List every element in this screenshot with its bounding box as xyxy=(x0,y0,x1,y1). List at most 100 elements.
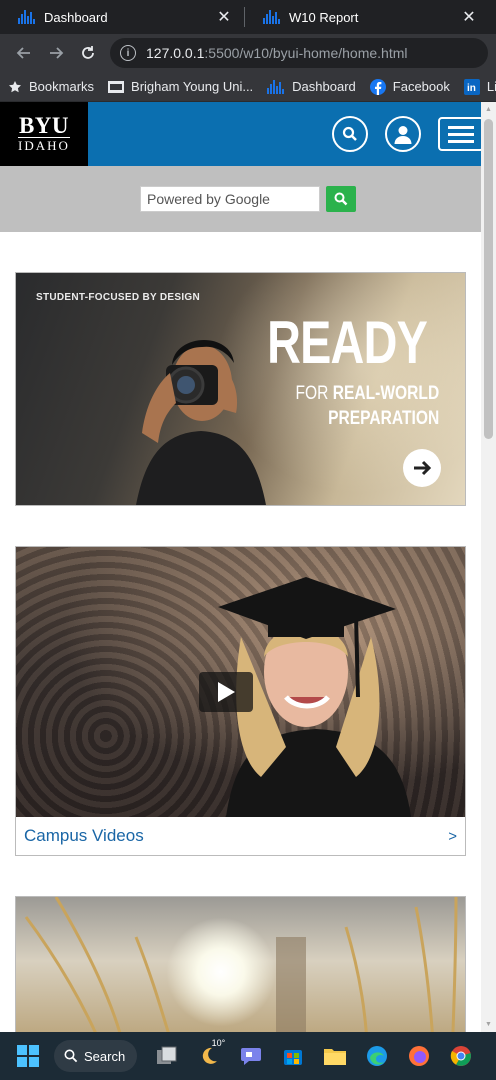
tab-w10-report[interactable]: W10 Report ✕ xyxy=(245,0,489,34)
bookmark-label: Brigham Young Uni... xyxy=(131,79,254,94)
edge-icon xyxy=(367,1046,388,1066)
caption-label: Campus Videos xyxy=(24,826,144,845)
taskbar-search-label: Search xyxy=(84,1048,126,1064)
firefox-icon xyxy=(409,1046,430,1066)
url-host: 127.0.0.1 xyxy=(146,45,205,61)
tab-dashboard[interactable]: Dashboard ✕ xyxy=(0,0,244,34)
video-caption-link[interactable]: Campus Videos > xyxy=(16,817,465,855)
back-button[interactable] xyxy=(8,37,40,69)
scroll-down-arrow-icon[interactable]: ▼ xyxy=(481,1017,496,1032)
store-button[interactable] xyxy=(273,1036,313,1076)
bookmark-label: Link xyxy=(486,79,496,94)
url-path: :5500/w10/byui-home/home.html xyxy=(204,45,408,61)
page-scrollbar[interactable]: ▲ ▼ xyxy=(481,102,496,1032)
edge-button[interactable] xyxy=(357,1036,397,1076)
windows-logo-icon xyxy=(17,1045,39,1067)
chat-app-button[interactable] xyxy=(231,1036,271,1076)
wheat-image xyxy=(16,897,465,1032)
file-explorer-button[interactable] xyxy=(315,1036,355,1076)
hero-sub-bold: REAL-WORLD xyxy=(332,383,439,404)
hero-eyebrow: STUDENT-FOCUSED BY DESIGN xyxy=(36,292,200,303)
hero-subheadline: FOR REAL-WORLD PREPARATION xyxy=(295,381,439,431)
play-icon xyxy=(218,682,235,702)
bookmark-bookmarks[interactable]: Bookmarks xyxy=(8,79,94,94)
chevron-right-icon: > xyxy=(448,827,457,845)
search-input[interactable] xyxy=(140,186,320,212)
hero-card[interactable]: STUDENT-FOCUSED BY DESIGN READY FOR REAL… xyxy=(15,272,466,506)
tab-strip: Dashboard ✕ W10 Report ✕ xyxy=(0,0,496,34)
bookmark-label: Bookmarks xyxy=(29,79,95,94)
bookmark-label: Dashboard xyxy=(292,79,356,94)
arrow-right-icon xyxy=(414,460,432,476)
header-actions xyxy=(315,116,484,152)
wheat-card[interactable] xyxy=(15,896,466,1032)
hamburger-menu-button[interactable] xyxy=(438,117,484,151)
store-icon xyxy=(284,1050,303,1065)
wheat-stalks-image xyxy=(24,897,458,1032)
bars-chart-icon xyxy=(263,10,281,24)
arrow-left-icon xyxy=(16,47,30,59)
user-icon xyxy=(394,126,412,144)
chat-icon xyxy=(241,1048,262,1065)
hero-arrow-button[interactable] xyxy=(403,449,441,487)
weather-temperature: 10° xyxy=(211,1038,226,1048)
play-button[interactable] xyxy=(199,672,253,712)
task-view-button[interactable] xyxy=(147,1036,187,1076)
close-icon[interactable]: ✕ xyxy=(216,7,232,27)
reload-button[interactable] xyxy=(72,37,104,69)
bookmark-dashboard[interactable]: Dashboard xyxy=(267,79,356,94)
menu-bar xyxy=(448,132,474,136)
bars-chart-icon xyxy=(18,10,36,24)
linkedin-icon: in xyxy=(463,78,480,95)
arrow-right-icon xyxy=(50,47,64,59)
close-icon[interactable]: ✕ xyxy=(461,7,477,27)
firefox-button[interactable] xyxy=(399,1036,439,1076)
bars-chart-icon xyxy=(267,79,285,94)
moon-cloud-icon xyxy=(203,1047,218,1064)
logo-line2: IDAHO xyxy=(18,137,70,153)
search-icon xyxy=(64,1049,78,1063)
bookmark-label: Facebook xyxy=(392,79,450,94)
windows-taskbar: Search 10° xyxy=(0,1032,496,1080)
search-submit-button[interactable] xyxy=(326,186,356,212)
menu-bar xyxy=(448,125,474,129)
main-content: STUDENT-FOCUSED BY DESIGN READY FOR REAL… xyxy=(0,232,496,1032)
site-header: BYU IDAHO xyxy=(0,102,496,166)
tab-title: Dashboard xyxy=(44,9,108,25)
video-thumbnail[interactable] xyxy=(16,547,465,817)
hero-sub-line2: PREPARATION xyxy=(327,408,439,429)
start-button[interactable] xyxy=(8,1036,48,1076)
search-toggle-button[interactable] xyxy=(332,116,368,152)
info-icon[interactable]: i xyxy=(120,45,136,61)
search-icon xyxy=(334,192,348,206)
byu-icon xyxy=(108,80,125,93)
scroll-up-arrow-icon[interactable]: ▲ xyxy=(481,102,496,117)
menu-bar xyxy=(448,139,474,143)
search-icon xyxy=(342,126,357,141)
facebook-icon xyxy=(369,78,386,95)
campus-videos-card[interactable]: Campus Videos > xyxy=(15,546,466,856)
address-bar[interactable]: i 127.0.0.1:5500/w10/byui-home/home.html xyxy=(110,38,488,68)
taskbar-search-button[interactable]: Search xyxy=(54,1040,138,1072)
logo-line1: BYU xyxy=(18,113,70,138)
browser-toolbar: i 127.0.0.1:5500/w10/byui-home/home.html xyxy=(0,34,496,72)
star-icon xyxy=(8,80,22,94)
page-viewport: BYU IDAHO Powered by Google STUDENT-FOCU… xyxy=(0,102,496,1032)
forward-button[interactable] xyxy=(40,37,72,69)
byu-idaho-logo[interactable]: BYU IDAHO xyxy=(0,102,88,166)
chrome-button[interactable] xyxy=(441,1036,481,1076)
hero-banner: STUDENT-FOCUSED BY DESIGN READY FOR REAL… xyxy=(16,273,465,505)
folder-icon xyxy=(324,1049,347,1065)
photographer-image xyxy=(136,339,266,505)
bookmark-linkedin[interactable]: in Link xyxy=(463,78,496,95)
hero-headline: READY xyxy=(267,309,428,376)
bookmark-facebook[interactable]: Facebook xyxy=(369,78,450,95)
search-band xyxy=(0,166,496,232)
scrollbar-thumb[interactable] xyxy=(484,119,493,439)
hero-sub-prefix: FOR xyxy=(295,383,333,404)
bookmark-byu[interactable]: Brigham Young Uni... xyxy=(108,79,253,94)
task-view-icon xyxy=(157,1046,177,1064)
bookmarks-bar: Bookmarks Brigham Young Uni... Dashboard… xyxy=(0,72,496,102)
user-account-button[interactable] xyxy=(385,116,421,152)
weather-widget[interactable]: 10° xyxy=(189,1036,229,1076)
